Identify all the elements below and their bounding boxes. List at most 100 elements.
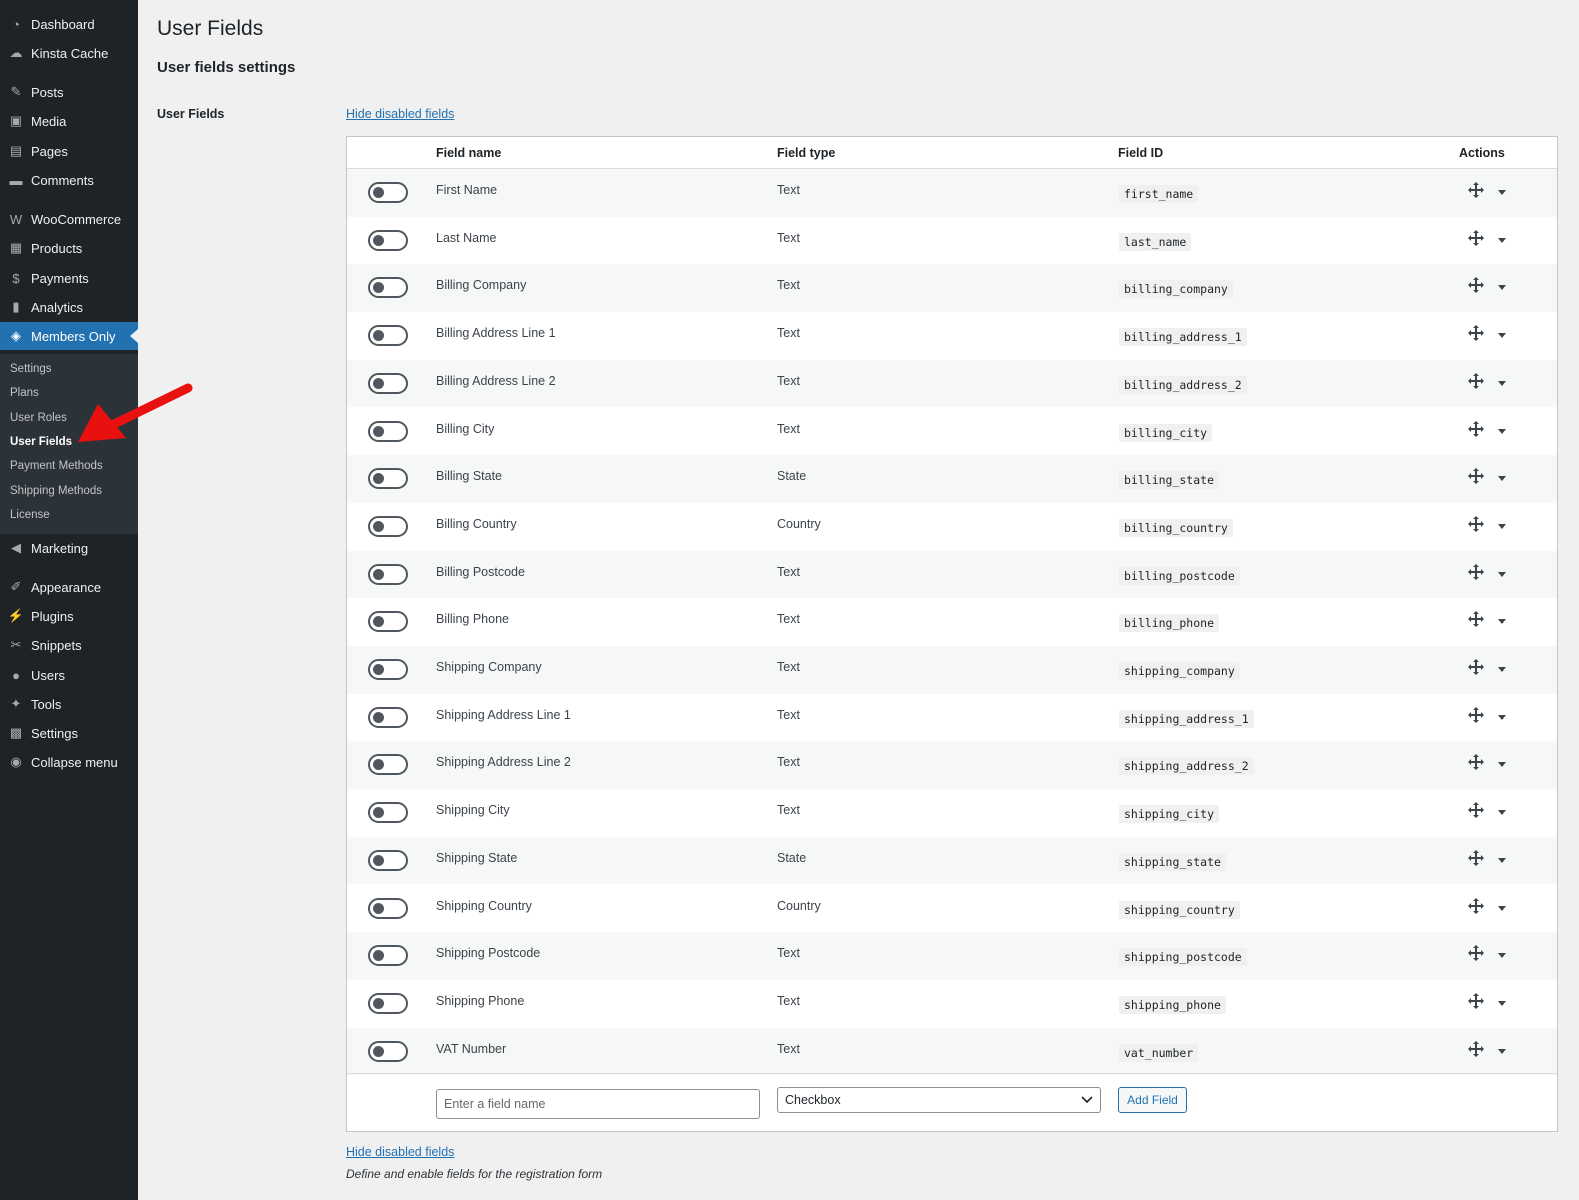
field-type: Text [777, 660, 800, 674]
enable-field-toggle[interactable] [368, 897, 408, 919]
caret-down-icon[interactable] [1497, 709, 1507, 720]
sidebar-item-label: Media [31, 113, 67, 129]
sidebar-item-analytics[interactable]: ▮ Analytics [0, 293, 138, 321]
sidebar-item-snippets[interactable]: ✂ Snippets [0, 631, 138, 659]
sidebar-item-woocommerce[interactable]: W WooCommerce [0, 205, 138, 233]
sidebar-item-comments[interactable]: ▬ Comments [0, 166, 138, 194]
move-icon[interactable] [1467, 753, 1485, 771]
sidebar-item-collapse-menu[interactable]: ◉ Collapse menu [0, 748, 138, 776]
move-icon[interactable] [1467, 944, 1485, 962]
move-icon[interactable] [1467, 372, 1485, 390]
submenu-item-user-fields[interactable]: User Fields [10, 436, 72, 448]
sidebar-item-settings[interactable]: ▩ Settings [0, 719, 138, 747]
sidebar-item-members-only[interactable]: ◈ Members Only [0, 322, 138, 350]
field-type: Text [777, 564, 800, 579]
submenu-item-license[interactable]: License [10, 509, 50, 521]
move-icon[interactable] [1467, 992, 1485, 1010]
enable-field-toggle[interactable] [368, 611, 408, 633]
enable-field-toggle[interactable] [368, 229, 408, 251]
submenu-item-payment-methods[interactable]: Payment Methods [10, 460, 103, 472]
enable-field-toggle[interactable] [368, 325, 408, 347]
caret-down-icon[interactable] [1497, 375, 1507, 386]
caret-down-icon[interactable] [1497, 1043, 1507, 1054]
sidebar-item-plugins[interactable]: ⚡ Plugins [0, 602, 138, 630]
caret-down-icon[interactable] [1497, 900, 1507, 911]
enable-field-toggle[interactable] [368, 945, 408, 967]
enable-field-toggle[interactable] [368, 515, 408, 537]
field-id: billing_country [1119, 518, 1233, 537]
move-icon[interactable] [1467, 467, 1485, 485]
caret-down-icon[interactable] [1497, 279, 1507, 291]
caret-down-icon[interactable] [1497, 566, 1507, 577]
sidebar-item-users[interactable]: ● Users [0, 661, 138, 689]
enable-field-toggle[interactable] [368, 1040, 408, 1062]
enable-field-toggle[interactable] [368, 277, 408, 299]
enable-field-toggle[interactable] [368, 802, 408, 824]
move-icon[interactable] [1467, 801, 1485, 819]
sidebar-item-dashboard[interactable]: ◔ Dashboard [0, 10, 138, 38]
table-row: Billing Company Text billing_company [347, 264, 1557, 313]
sidebar-item-kinsta-cache[interactable]: ☁ Kinsta Cache [0, 39, 138, 67]
move-icon[interactable] [1467, 181, 1485, 199]
move-icon[interactable] [1467, 897, 1485, 915]
sidebar-item-appearance[interactable]: ✐ Appearance [0, 573, 138, 601]
sidebar-item-media[interactable]: ▣ Media [0, 107, 138, 135]
submenu-item-shipping-methods[interactable]: Shipping Methods [10, 485, 102, 497]
field-type-select[interactable]: Checkbox [777, 1087, 1101, 1113]
caret-down-icon[interactable] [1497, 470, 1507, 482]
move-icon[interactable] [1467, 324, 1485, 342]
submenu-item-plans[interactable]: Plans [10, 387, 39, 399]
caret-down-icon[interactable] [1497, 756, 1507, 768]
caret-down-icon[interactable] [1497, 232, 1507, 243]
field-id: shipping_address_2 [1119, 757, 1254, 776]
caret-down-icon[interactable] [1497, 852, 1507, 863]
sidebar-item-tools[interactable]: ✦ Tools [0, 690, 138, 718]
add-field-button[interactable]: Add Field [1118, 1087, 1187, 1113]
enable-field-toggle[interactable] [368, 754, 408, 776]
move-icon[interactable] [1467, 1040, 1485, 1058]
move-icon[interactable] [1467, 420, 1485, 438]
move-icon[interactable] [1467, 658, 1485, 676]
enable-field-toggle[interactable] [368, 468, 408, 490]
move-icon[interactable] [1467, 276, 1485, 294]
move-icon[interactable] [1467, 515, 1485, 533]
field-type: Text [777, 326, 800, 341]
enable-field-toggle[interactable] [368, 849, 408, 871]
table-row: Shipping Company Text shipping_company [347, 646, 1557, 694]
sidebar-item-posts[interactable]: ✎ Posts [0, 78, 138, 106]
shield-icon: ◈ [11, 328, 21, 343]
hide-disabled-fields-link[interactable]: Hide disabled fields [346, 107, 454, 121]
enable-field-toggle[interactable] [368, 992, 408, 1014]
sidebar-item-pages[interactable]: ▤ Pages [0, 137, 138, 165]
sidebar-item-payments[interactable]: $ Payments [0, 264, 138, 292]
enable-field-toggle[interactable] [368, 563, 408, 585]
field-name: Shipping State [436, 850, 518, 865]
enable-field-toggle[interactable] [368, 659, 408, 680]
caret-down-icon[interactable] [1497, 184, 1507, 195]
enable-field-toggle[interactable] [368, 420, 408, 442]
field-id: shipping_postcode [1119, 948, 1247, 967]
caret-down-icon[interactable] [1497, 327, 1507, 339]
enable-field-toggle[interactable] [368, 706, 408, 728]
caret-down-icon[interactable] [1497, 613, 1507, 625]
enable-field-toggle[interactable] [368, 182, 408, 203]
caret-down-icon[interactable] [1497, 518, 1507, 529]
move-icon[interactable] [1467, 610, 1485, 628]
move-icon[interactable] [1467, 229, 1485, 247]
submenu-item-user-roles[interactable]: User Roles [10, 412, 67, 424]
enable-field-toggle[interactable] [368, 372, 408, 394]
sidebar-item-products[interactable]: ▦ Products [0, 234, 138, 262]
caret-down-icon[interactable] [1497, 423, 1507, 434]
submenu-item-settings[interactable]: Settings [10, 363, 52, 375]
caret-down-icon[interactable] [1497, 947, 1507, 959]
move-icon[interactable] [1467, 849, 1485, 867]
table-row: Shipping Postcode Text shipping_postcode [347, 932, 1557, 980]
move-icon[interactable] [1467, 706, 1485, 724]
hide-disabled-fields-link-bottom[interactable]: Hide disabled fields [346, 1145, 454, 1159]
caret-down-icon[interactable] [1497, 995, 1507, 1006]
caret-down-icon[interactable] [1497, 661, 1507, 672]
sidebar-item-marketing[interactable]: ◀ Marketing [0, 534, 138, 562]
move-icon[interactable] [1467, 563, 1485, 581]
caret-down-icon[interactable] [1497, 804, 1507, 816]
field-name-input[interactable] [436, 1089, 760, 1119]
